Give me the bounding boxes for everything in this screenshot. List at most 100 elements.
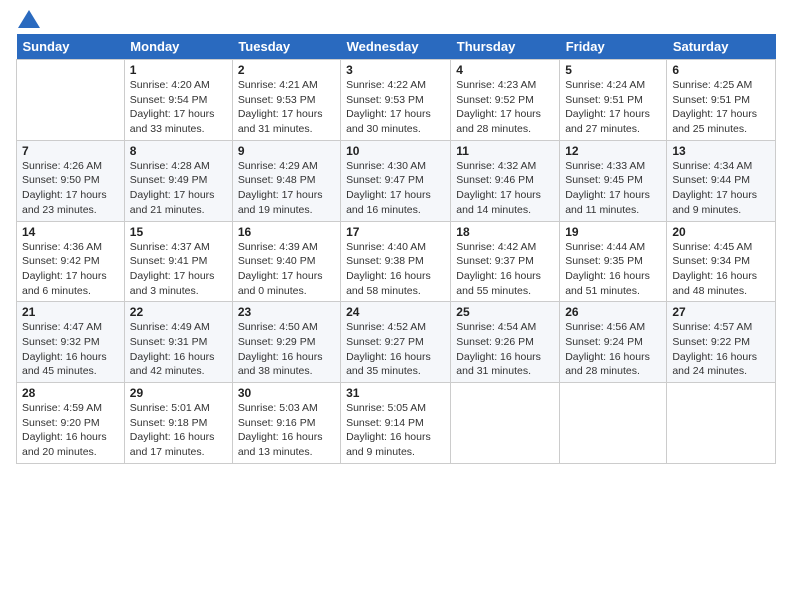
calendar-cell: 10Sunrise: 4:30 AM Sunset: 9:47 PM Dayli… <box>341 140 451 221</box>
weekday-header: Sunday <box>17 34 125 60</box>
day-number: 15 <box>130 225 227 239</box>
calendar-cell: 31Sunrise: 5:05 AM Sunset: 9:14 PM Dayli… <box>341 383 451 464</box>
day-number: 7 <box>22 144 119 158</box>
logo-text <box>16 14 40 28</box>
day-number: 26 <box>565 305 661 319</box>
day-info: Sunrise: 4:37 AM Sunset: 9:41 PM Dayligh… <box>130 240 227 299</box>
calendar-cell: 6Sunrise: 4:25 AM Sunset: 9:51 PM Daylig… <box>667 60 776 141</box>
day-number: 16 <box>238 225 335 239</box>
logo <box>16 14 40 28</box>
day-number: 2 <box>238 63 335 77</box>
calendar-cell: 22Sunrise: 4:49 AM Sunset: 9:31 PM Dayli… <box>124 302 232 383</box>
calendar-cell: 3Sunrise: 4:22 AM Sunset: 9:53 PM Daylig… <box>341 60 451 141</box>
calendar-body: 1Sunrise: 4:20 AM Sunset: 9:54 PM Daylig… <box>17 60 776 464</box>
day-info: Sunrise: 4:44 AM Sunset: 9:35 PM Dayligh… <box>565 240 661 299</box>
day-number: 1 <box>130 63 227 77</box>
day-number: 4 <box>456 63 554 77</box>
day-number: 30 <box>238 386 335 400</box>
day-number: 14 <box>22 225 119 239</box>
day-number: 23 <box>238 305 335 319</box>
calendar-cell: 12Sunrise: 4:33 AM Sunset: 9:45 PM Dayli… <box>560 140 667 221</box>
day-info: Sunrise: 4:59 AM Sunset: 9:20 PM Dayligh… <box>22 401 119 460</box>
day-info: Sunrise: 4:45 AM Sunset: 9:34 PM Dayligh… <box>672 240 770 299</box>
day-info: Sunrise: 4:39 AM Sunset: 9:40 PM Dayligh… <box>238 240 335 299</box>
calendar-table: SundayMondayTuesdayWednesdayThursdayFrid… <box>16 34 776 464</box>
day-number: 19 <box>565 225 661 239</box>
calendar-cell: 17Sunrise: 4:40 AM Sunset: 9:38 PM Dayli… <box>341 221 451 302</box>
weekday-header: Thursday <box>451 34 560 60</box>
calendar-cell: 27Sunrise: 4:57 AM Sunset: 9:22 PM Dayli… <box>667 302 776 383</box>
day-number: 29 <box>130 386 227 400</box>
calendar-week-row: 7Sunrise: 4:26 AM Sunset: 9:50 PM Daylig… <box>17 140 776 221</box>
calendar-cell: 21Sunrise: 4:47 AM Sunset: 9:32 PM Dayli… <box>17 302 125 383</box>
day-number: 3 <box>346 63 445 77</box>
calendar-cell: 13Sunrise: 4:34 AM Sunset: 9:44 PM Dayli… <box>667 140 776 221</box>
day-info: Sunrise: 4:25 AM Sunset: 9:51 PM Dayligh… <box>672 78 770 137</box>
calendar-cell: 19Sunrise: 4:44 AM Sunset: 9:35 PM Dayli… <box>560 221 667 302</box>
day-info: Sunrise: 4:32 AM Sunset: 9:46 PM Dayligh… <box>456 159 554 218</box>
calendar-cell: 14Sunrise: 4:36 AM Sunset: 9:42 PM Dayli… <box>17 221 125 302</box>
calendar-cell: 7Sunrise: 4:26 AM Sunset: 9:50 PM Daylig… <box>17 140 125 221</box>
day-info: Sunrise: 4:50 AM Sunset: 9:29 PM Dayligh… <box>238 320 335 379</box>
calendar-week-row: 1Sunrise: 4:20 AM Sunset: 9:54 PM Daylig… <box>17 60 776 141</box>
day-info: Sunrise: 5:01 AM Sunset: 9:18 PM Dayligh… <box>130 401 227 460</box>
calendar-header: SundayMondayTuesdayWednesdayThursdayFrid… <box>17 34 776 60</box>
day-info: Sunrise: 4:33 AM Sunset: 9:45 PM Dayligh… <box>565 159 661 218</box>
day-info: Sunrise: 4:30 AM Sunset: 9:47 PM Dayligh… <box>346 159 445 218</box>
day-number: 18 <box>456 225 554 239</box>
calendar-cell: 24Sunrise: 4:52 AM Sunset: 9:27 PM Dayli… <box>341 302 451 383</box>
calendar-cell: 28Sunrise: 4:59 AM Sunset: 9:20 PM Dayli… <box>17 383 125 464</box>
day-info: Sunrise: 4:54 AM Sunset: 9:26 PM Dayligh… <box>456 320 554 379</box>
day-info: Sunrise: 4:24 AM Sunset: 9:51 PM Dayligh… <box>565 78 661 137</box>
day-number: 11 <box>456 144 554 158</box>
calendar-cell <box>451 383 560 464</box>
calendar-cell <box>17 60 125 141</box>
weekday-header: Saturday <box>667 34 776 60</box>
day-number: 13 <box>672 144 770 158</box>
day-info: Sunrise: 4:47 AM Sunset: 9:32 PM Dayligh… <box>22 320 119 379</box>
calendar-cell: 23Sunrise: 4:50 AM Sunset: 9:29 PM Dayli… <box>232 302 340 383</box>
calendar-cell: 2Sunrise: 4:21 AM Sunset: 9:53 PM Daylig… <box>232 60 340 141</box>
day-info: Sunrise: 4:28 AM Sunset: 9:49 PM Dayligh… <box>130 159 227 218</box>
day-number: 27 <box>672 305 770 319</box>
day-number: 22 <box>130 305 227 319</box>
day-info: Sunrise: 5:05 AM Sunset: 9:14 PM Dayligh… <box>346 401 445 460</box>
day-info: Sunrise: 4:29 AM Sunset: 9:48 PM Dayligh… <box>238 159 335 218</box>
logo-icon <box>18 10 40 28</box>
calendar-cell: 20Sunrise: 4:45 AM Sunset: 9:34 PM Dayli… <box>667 221 776 302</box>
day-number: 20 <box>672 225 770 239</box>
day-number: 31 <box>346 386 445 400</box>
day-number: 10 <box>346 144 445 158</box>
calendar-cell: 8Sunrise: 4:28 AM Sunset: 9:49 PM Daylig… <box>124 140 232 221</box>
calendar-week-row: 14Sunrise: 4:36 AM Sunset: 9:42 PM Dayli… <box>17 221 776 302</box>
calendar-cell: 15Sunrise: 4:37 AM Sunset: 9:41 PM Dayli… <box>124 221 232 302</box>
day-info: Sunrise: 4:20 AM Sunset: 9:54 PM Dayligh… <box>130 78 227 137</box>
day-info: Sunrise: 4:34 AM Sunset: 9:44 PM Dayligh… <box>672 159 770 218</box>
day-info: Sunrise: 4:40 AM Sunset: 9:38 PM Dayligh… <box>346 240 445 299</box>
day-number: 24 <box>346 305 445 319</box>
day-info: Sunrise: 4:57 AM Sunset: 9:22 PM Dayligh… <box>672 320 770 379</box>
day-info: Sunrise: 4:56 AM Sunset: 9:24 PM Dayligh… <box>565 320 661 379</box>
day-info: Sunrise: 4:36 AM Sunset: 9:42 PM Dayligh… <box>22 240 119 299</box>
day-number: 28 <box>22 386 119 400</box>
weekday-header: Tuesday <box>232 34 340 60</box>
calendar-cell <box>560 383 667 464</box>
day-number: 25 <box>456 305 554 319</box>
day-info: Sunrise: 4:26 AM Sunset: 9:50 PM Dayligh… <box>22 159 119 218</box>
weekday-header: Friday <box>560 34 667 60</box>
calendar-week-row: 21Sunrise: 4:47 AM Sunset: 9:32 PM Dayli… <box>17 302 776 383</box>
day-info: Sunrise: 4:42 AM Sunset: 9:37 PM Dayligh… <box>456 240 554 299</box>
calendar-cell: 25Sunrise: 4:54 AM Sunset: 9:26 PM Dayli… <box>451 302 560 383</box>
calendar-cell: 26Sunrise: 4:56 AM Sunset: 9:24 PM Dayli… <box>560 302 667 383</box>
calendar-cell: 1Sunrise: 4:20 AM Sunset: 9:54 PM Daylig… <box>124 60 232 141</box>
day-info: Sunrise: 4:21 AM Sunset: 9:53 PM Dayligh… <box>238 78 335 137</box>
calendar-cell: 29Sunrise: 5:01 AM Sunset: 9:18 PM Dayli… <box>124 383 232 464</box>
day-info: Sunrise: 4:23 AM Sunset: 9:52 PM Dayligh… <box>456 78 554 137</box>
day-number: 9 <box>238 144 335 158</box>
day-number: 5 <box>565 63 661 77</box>
weekday-header-row: SundayMondayTuesdayWednesdayThursdayFrid… <box>17 34 776 60</box>
day-info: Sunrise: 5:03 AM Sunset: 9:16 PM Dayligh… <box>238 401 335 460</box>
day-number: 17 <box>346 225 445 239</box>
calendar-cell: 18Sunrise: 4:42 AM Sunset: 9:37 PM Dayli… <box>451 221 560 302</box>
header <box>16 10 776 28</box>
